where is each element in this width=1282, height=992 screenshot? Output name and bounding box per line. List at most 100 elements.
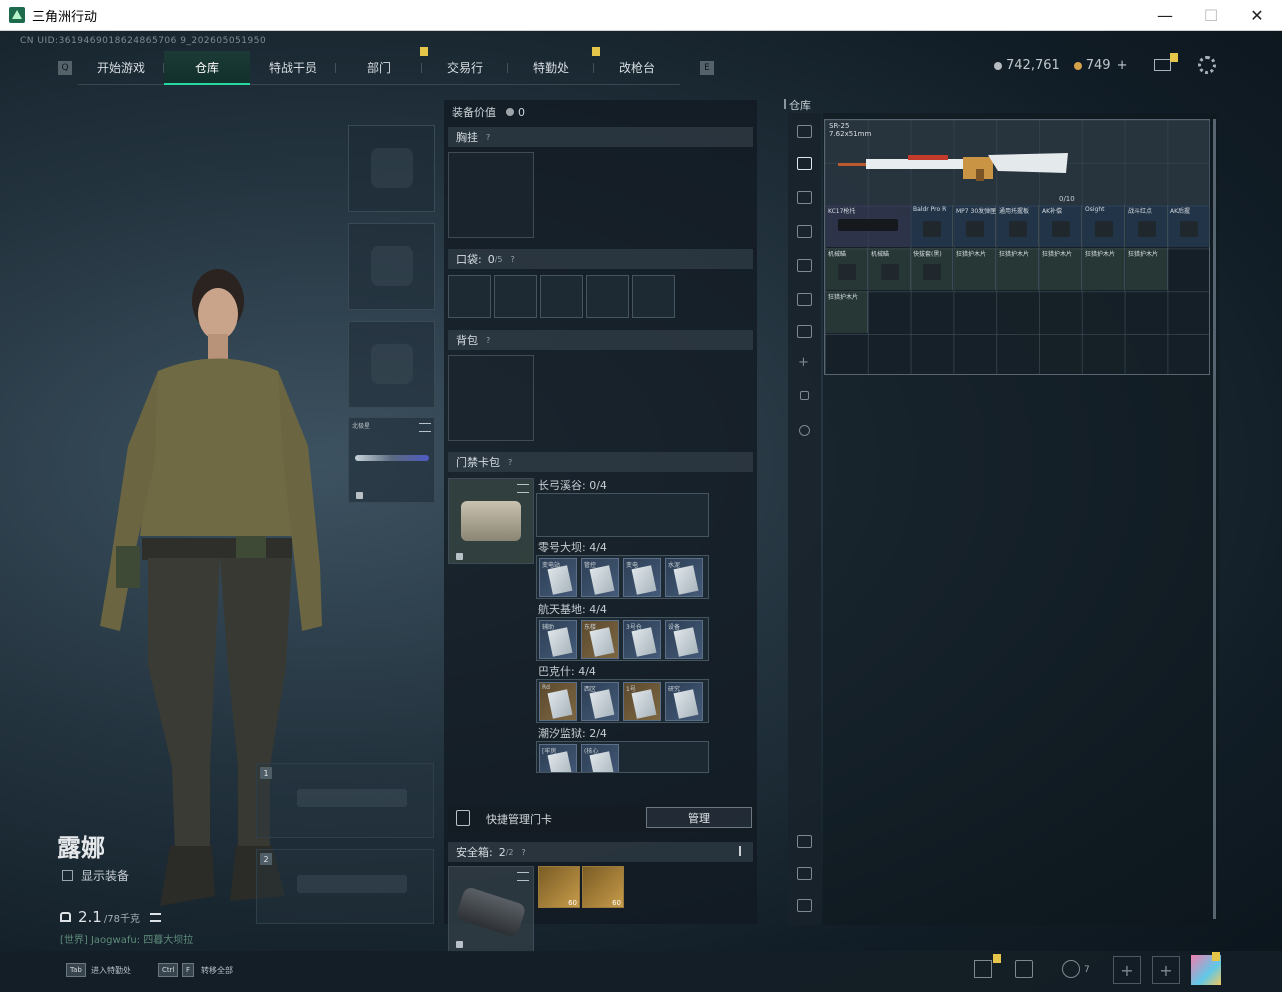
nav-prev-key[interactable]: Q <box>58 61 72 75</box>
minimize-button[interactable]: — <box>1142 0 1188 31</box>
help-icon[interactable]: ? <box>508 458 512 467</box>
keycard-pack-slot[interactable] <box>448 478 534 564</box>
manage-button[interactable]: 管理 <box>646 807 752 828</box>
list-icon[interactable] <box>149 912 161 922</box>
pocket-slot[interactable] <box>586 275 629 318</box>
keycard[interactable]: [牢房 <box>539 744 577 772</box>
attachment-item[interactable]: Osight <box>1083 205 1125 247</box>
organize-icon[interactable] <box>797 899 812 912</box>
chest-rig-slot[interactable] <box>448 152 534 238</box>
world-chat-line[interactable]: [世界] Jaogwafu: 四暮大坝拉 <box>60 931 193 946</box>
keycard[interactable]: 设备 <box>665 620 703 659</box>
weapon-item-sr25[interactable]: SR-25 7.62x51mm 0/10 <box>826 121 1210 205</box>
transfer-all-label[interactable]: 转移全部 <box>201 965 233 976</box>
keycard[interactable]: 3号仓 <box>623 620 661 659</box>
key-area-slots[interactable] <box>536 493 709 537</box>
gear-icon[interactable] <box>1198 56 1216 74</box>
keycard[interactable]: 东楼 <box>581 620 619 659</box>
tab-operators[interactable]: 特战干员 <box>250 51 336 85</box>
friends-icon[interactable] <box>1062 960 1080 978</box>
attachment-item[interactable]: 狂猎护木片 <box>1126 248 1168 290</box>
attachment-item[interactable]: 狂猎护木片 <box>997 248 1039 290</box>
ammo-category-icon[interactable] <box>797 225 812 238</box>
ammo-box[interactable]: 60 <box>538 866 580 908</box>
keycard[interactable]: Rd <box>539 682 577 721</box>
keycard[interactable]: 水泥 <box>665 558 703 597</box>
medical-category-icon[interactable] <box>797 259 812 272</box>
weapon-category-icon[interactable] <box>797 157 812 170</box>
help-icon[interactable]: ? <box>486 336 490 345</box>
item-stock[interactable]: KC17枪托 <box>826 205 911 247</box>
tab-action-label[interactable]: 进入特勤处 <box>91 965 131 976</box>
swap-icon[interactable] <box>419 423 431 432</box>
tab-start-game[interactable]: 开始游戏 <box>78 51 164 85</box>
pocket-slot[interactable] <box>632 275 675 318</box>
pocket-slot[interactable] <box>540 275 583 318</box>
key-area-slots[interactable]: 变电站 管控 变电 水泥 <box>536 555 709 599</box>
tab-department[interactable]: 部门 <box>336 47 428 85</box>
attachment-item[interactable]: Baldr Pro R <box>911 205 953 247</box>
key-area-slots[interactable]: 辅助 东楼 3号仓 设备 <box>536 617 709 661</box>
checkbox[interactable] <box>62 870 73 881</box>
tab-gunsmith[interactable]: 改枪台 <box>594 51 680 85</box>
attachment-item[interactable]: AK补偿 <box>1040 205 1082 247</box>
attachment-item[interactable]: 狂猎护木片 <box>954 248 996 290</box>
lock-icon[interactable] <box>800 391 809 400</box>
attachment-item[interactable]: AK后握 <box>1168 205 1210 247</box>
ammo-box[interactable]: 60 <box>582 866 624 908</box>
help-icon[interactable]: ? <box>511 255 515 264</box>
help-icon[interactable]: ? <box>486 133 490 142</box>
attachment-item[interactable]: 战斗红点 <box>1126 205 1168 247</box>
tab-warehouse[interactable]: 仓库 <box>164 51 250 85</box>
swap-icon[interactable] <box>517 484 529 493</box>
key-area-slots[interactable]: [牢房 (核心 <box>536 741 709 773</box>
attachment-item[interactable]: 快拔套(黑) <box>911 248 953 290</box>
tab-trade[interactable]: 交易行 <box>422 51 508 85</box>
pocket-slot[interactable] <box>494 275 537 318</box>
sort-icon[interactable] <box>797 835 812 848</box>
backpack-slot[interactable] <box>448 355 534 441</box>
close-button[interactable]: ✕ <box>1234 0 1280 31</box>
melee-slot[interactable]: 北极星 <box>348 417 435 503</box>
layers-icon[interactable] <box>797 867 812 880</box>
add-teammate-button[interactable]: + <box>1152 956 1180 984</box>
stats-icon[interactable] <box>974 960 992 978</box>
swap-icon[interactable] <box>517 872 529 881</box>
key-area-slots[interactable]: Rd 西区 1号 研究 <box>536 679 709 723</box>
secondary-weapon-slot[interactable]: 2 <box>256 849 434 924</box>
attachment-item[interactable]: 狂猎护木片 <box>1040 248 1082 290</box>
show-equipment-toggle[interactable]: 显示装备 <box>62 867 129 884</box>
helmet-slot[interactable] <box>348 125 435 212</box>
armor-slot[interactable] <box>348 223 435 310</box>
keycard[interactable]: 研究 <box>665 682 703 721</box>
attachment-item[interactable]: 机械瞄 <box>869 248 911 290</box>
safe-box-slot[interactable] <box>448 866 534 952</box>
add-teammate-button[interactable]: + <box>1113 956 1141 984</box>
keycard[interactable]: 变电 <box>623 558 661 597</box>
keycard[interactable]: 管控 <box>581 558 619 597</box>
keycard[interactable]: 变电站 <box>539 558 577 597</box>
add-currency-button[interactable]: + <box>1117 58 1128 73</box>
primary-weapon-slot[interactable]: 1 <box>256 763 434 838</box>
equipment-category-icon[interactable] <box>797 191 812 204</box>
keycard[interactable]: (核心 <box>581 744 619 772</box>
attachment-item[interactable]: 通用托握板 <box>997 205 1039 247</box>
attachment-item[interactable]: MP7 30发弹匣 <box>954 205 996 247</box>
pistol-slot[interactable] <box>348 321 435 408</box>
pocket-slot[interactable] <box>448 275 491 318</box>
help-icon[interactable]: ? <box>522 848 526 857</box>
collectible-category-icon[interactable] <box>797 293 812 306</box>
settings-icon[interactable] <box>799 425 810 436</box>
mail-icon[interactable] <box>1154 53 1178 71</box>
attachment-item[interactable]: 狂猎护木片 <box>826 291 868 333</box>
keycard[interactable]: 西区 <box>581 682 619 721</box>
nav-next-key[interactable]: E <box>700 61 714 75</box>
warehouse-scrollbar[interactable] <box>1213 119 1216 919</box>
attachment-item[interactable]: 机械瞄 <box>826 248 868 290</box>
maximize-button[interactable]: ☐ <box>1188 0 1234 31</box>
tab-special-ops[interactable]: 特勤处 <box>508 47 600 85</box>
add-tab-button[interactable]: + <box>798 355 809 370</box>
container-category-icon[interactable] <box>797 325 812 338</box>
keycard[interactable]: 1号 <box>623 682 661 721</box>
pin-icon[interactable] <box>739 846 745 856</box>
